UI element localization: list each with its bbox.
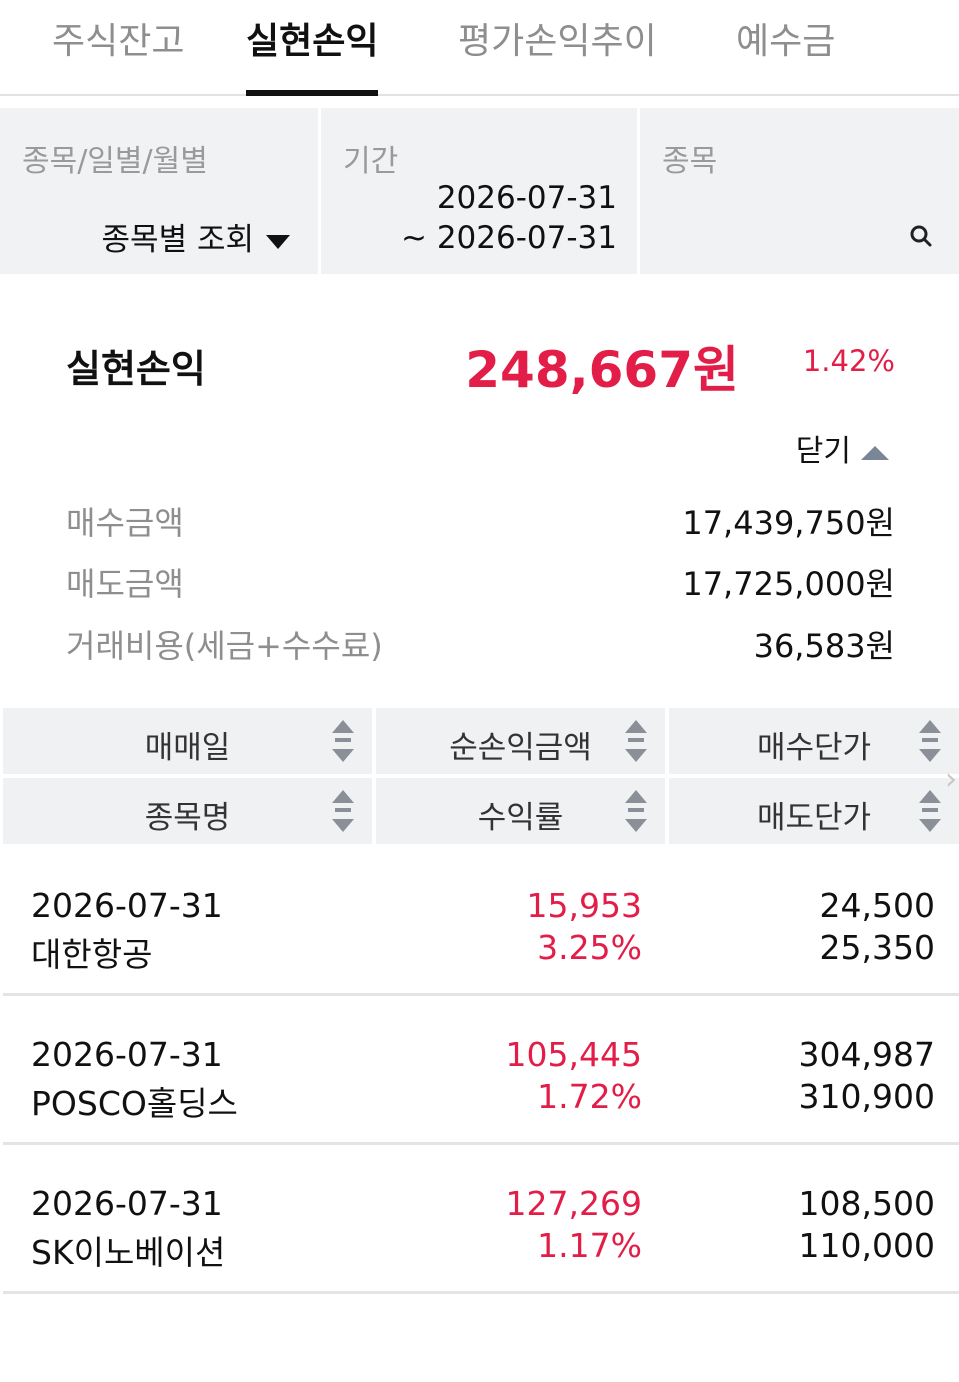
col-header-return-rate[interactable]: 수익률 [376, 778, 665, 844]
view-dropdown-value: 종목별 조회 [101, 222, 254, 258]
tab-deposit[interactable]: 예수금 [736, 12, 835, 94]
sell-price: 25,350 [819, 928, 935, 967]
tab-valuation-trend[interactable]: 평가손익추이 [458, 12, 657, 94]
stock-name: POSCO홀딩스 [31, 1084, 238, 1123]
col-header-label: 순손익금액 [449, 730, 592, 766]
view-dropdown[interactable]: 종목별 조회 [102, 214, 290, 259]
col-header-label: 매매일 [144, 730, 231, 766]
detail-row-trading-cost: 거래비용(세금+수수료) 36,583원 [66, 621, 895, 665]
sell-price: 310,900 [798, 1077, 935, 1116]
chevron-right-icon[interactable]: › [945, 762, 957, 797]
col-header-label: 매도단가 [756, 800, 872, 836]
view-filter-label: 종목/일별/월별 [22, 144, 208, 179]
buy-price: 108,500 [798, 1184, 935, 1223]
tab-stock-balance[interactable]: 주식잔고 [52, 12, 184, 94]
col-header-label: 수익률 [477, 800, 564, 836]
sort-icon[interactable] [919, 720, 941, 762]
period-range[interactable]: 2026-07-31 ~ 2026-07-31 [401, 178, 617, 258]
collapse-label: 닫기 [795, 434, 851, 469]
return-rate: 1.72% [537, 1077, 642, 1116]
net-profit: 105,445 [505, 1035, 642, 1074]
trade-date: 2026-07-31 [31, 1184, 223, 1223]
detail-value: 36,583원 [753, 627, 895, 665]
sort-icon[interactable] [919, 790, 941, 832]
col-header-label: 종목명 [144, 800, 231, 836]
return-rate: 3.25% [537, 928, 642, 967]
sort-icon[interactable] [625, 790, 647, 832]
detail-label: 거래비용(세금+수수료) [66, 627, 383, 665]
tab-bar: 주식잔고 실현손익 평가손익추이 예수금 [0, 0, 959, 96]
net-profit: 127,269 [505, 1184, 642, 1223]
tab-realized-profit[interactable]: 실현손익 [246, 12, 379, 96]
caret-down-icon [266, 234, 290, 249]
realized-profit-rate: 1.42% [802, 344, 895, 378]
stock-name: SK이노베이션 [31, 1233, 226, 1272]
sort-icon[interactable] [332, 720, 354, 762]
table-row[interactable]: 2026-07-31 대한항공 15,953 3.25% 24,500 25,3… [3, 848, 959, 996]
view-filter[interactable]: 종목/일별/월별 종목별 조회 [0, 108, 318, 274]
net-profit: 15,953 [526, 886, 642, 925]
col-header-trade-date[interactable]: 매매일 [3, 708, 372, 774]
caret-up-icon [861, 445, 889, 460]
table-header: 매매일 순손익금액 매수단가 종목명 수익률 매도단가 [3, 708, 959, 846]
col-header-net-profit[interactable]: 순손익금액 [376, 708, 665, 774]
period-filter[interactable]: 기간 2026-07-31 ~ 2026-07-31 [321, 108, 637, 274]
buy-price: 24,500 [819, 886, 935, 925]
period-start: 2026-07-31 [436, 180, 617, 216]
search-icon[interactable] [909, 224, 933, 248]
sell-price: 110,000 [798, 1226, 935, 1265]
summary-title: 실현손익 [66, 347, 206, 391]
realized-profit-amount: 248,667원 [465, 341, 739, 399]
trade-date: 2026-07-31 [31, 1035, 223, 1074]
detail-label: 매도금액 [66, 565, 184, 603]
buy-price: 304,987 [798, 1035, 935, 1074]
return-rate: 1.17% [537, 1226, 642, 1265]
table-row[interactable]: 2026-07-31 POSCO홀딩스 105,445 1.72% 304,98… [3, 997, 959, 1145]
detail-label: 매수금액 [66, 504, 184, 542]
col-header-label: 매수단가 [756, 730, 872, 766]
detail-value: 17,439,750원 [682, 504, 895, 542]
stock-filter[interactable]: 종목 [640, 108, 959, 274]
table-row[interactable]: 2026-07-31 SK이노베이션 127,269 1.17% 108,500… [3, 1146, 959, 1294]
detail-value: 17,725,000원 [682, 565, 895, 603]
period-filter-label: 기간 [343, 144, 399, 179]
detail-row-buy-amount: 매수금액 17,439,750원 [66, 498, 895, 542]
filter-panel: 종목/일별/월별 종목별 조회 기간 2026-07-31 ~ 2026-07-… [0, 108, 959, 274]
tab-indicator [246, 90, 379, 96]
col-header-stock-name[interactable]: 종목명 [3, 778, 372, 844]
sort-icon[interactable] [625, 720, 647, 762]
stock-filter-label: 종목 [662, 144, 718, 179]
period-end: ~ 2026-07-31 [401, 220, 617, 256]
trade-date: 2026-07-31 [31, 886, 223, 925]
collapse-button[interactable]: 닫기 [796, 426, 889, 470]
detail-row-sell-amount: 매도금액 17,725,000원 [66, 559, 895, 603]
stock-name: 대한항공 [31, 935, 153, 974]
col-header-buy-price[interactable]: 매수단가 [669, 708, 959, 774]
col-header-sell-price[interactable]: 매도단가 [669, 778, 959, 844]
sort-icon[interactable] [332, 790, 354, 832]
